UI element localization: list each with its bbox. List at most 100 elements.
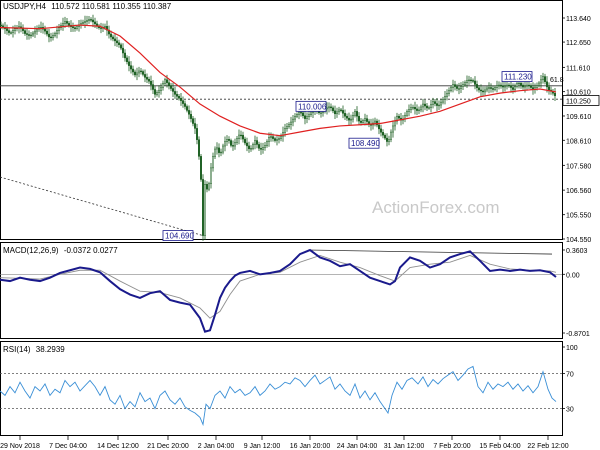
candle-body [238,134,240,139]
candle-body [206,184,208,190]
candle-body [478,87,480,91]
candle-body [516,83,518,87]
candle-body [92,19,94,23]
candle-body [214,148,216,157]
candle-body [462,84,464,87]
candle-body [530,85,532,88]
candle-body [118,42,120,45]
candle-body [210,167,212,184]
candle-body [472,80,474,82]
x-tick-label: 14 Dec 12:00 [97,443,139,450]
candle-body [132,68,134,73]
watermark: ActionForex.com [372,198,500,217]
rsi-levels [0,373,562,409]
candle-body [52,35,54,38]
macd-line [0,248,557,333]
candle-body [168,82,170,86]
y-tick-label: 113.640 [566,16,591,23]
candle-body [134,71,136,76]
candle-body [216,147,218,150]
candle-body [266,141,268,146]
candle-body [526,84,528,87]
candle-body [236,138,238,143]
candle-body [414,107,416,110]
candle-body [6,28,8,31]
symbol-label: USDJPY,H4 [3,2,47,11]
macd-panel-title: MACD(12,26,9) -0.0372 0.0277 [3,246,118,255]
candle-body [180,97,182,101]
candle-body [546,81,548,88]
candle-body [28,34,30,36]
candle-body [74,27,76,29]
y-tick-label: 111.610 [566,65,590,72]
candle-body [84,21,86,23]
candle-body [148,79,150,82]
candle-body [66,21,68,24]
macd-signal-line [0,254,557,319]
price-label-text: 108.490 [351,139,380,148]
candle-body [342,110,344,114]
candle-body [298,112,300,115]
candle-body [536,85,538,88]
y-tick-label: 104.550 [566,237,591,244]
candle-body [86,20,88,22]
candle-body [154,89,156,95]
candle-body [454,84,456,87]
candle-body [408,109,410,112]
candle-body [262,147,264,150]
x-tick-label: 24 Jan 04:00 [337,443,378,450]
candle-body [364,118,366,121]
candle-body [34,30,36,34]
candle-body [522,84,524,88]
candle-body [184,103,186,107]
candle-body [452,84,454,88]
rsi-polyline [0,365,557,427]
candle-body [278,138,280,140]
y-tick-label: 110.610 [566,90,591,97]
candle-body [446,93,448,97]
candle-body [358,115,360,122]
price-label-text: 110.006 [298,102,327,111]
candle-body [44,28,46,32]
candle-body [328,106,330,109]
candle-body [320,112,322,114]
x-tick-label: 7 Dec 04:00 [49,443,87,450]
candle-body [218,147,220,153]
candle-body [104,26,106,28]
current-price-text: 110.250 [566,98,591,105]
candle-body [286,126,288,129]
candle-body [112,36,114,40]
candle-body [276,139,278,141]
candle-body [258,144,260,149]
candle-body [128,61,130,66]
candle-body [504,85,506,88]
candle-body [496,85,498,88]
candle-body [466,80,468,83]
candle-body [164,79,166,84]
candle-body [346,115,348,119]
candle-body [136,72,138,76]
x-tick-label: 2 Jan 04:00 [198,443,235,450]
candle-body [40,26,42,29]
candle-body [242,134,244,140]
candle-body [30,34,32,37]
candle-body [64,21,66,24]
candle-body [226,139,228,143]
candle-body [384,134,386,139]
candle-body [554,92,556,97]
candle-body [54,33,56,36]
candle-body [292,118,294,123]
candle-body [412,107,414,109]
candle-body [464,82,466,85]
candle-body [438,104,440,107]
candle-body [456,86,458,89]
candle-body [310,112,312,116]
price-panel-title: USDJPY,H4 110.572 110.581 110.355 110.38… [3,2,172,11]
candle-body [338,109,340,113]
candle-body [130,65,132,70]
candle-body [280,135,282,139]
candle-body [538,82,540,86]
candle-body [26,33,28,35]
signal-polyline [0,254,557,319]
candle-body [222,145,224,153]
